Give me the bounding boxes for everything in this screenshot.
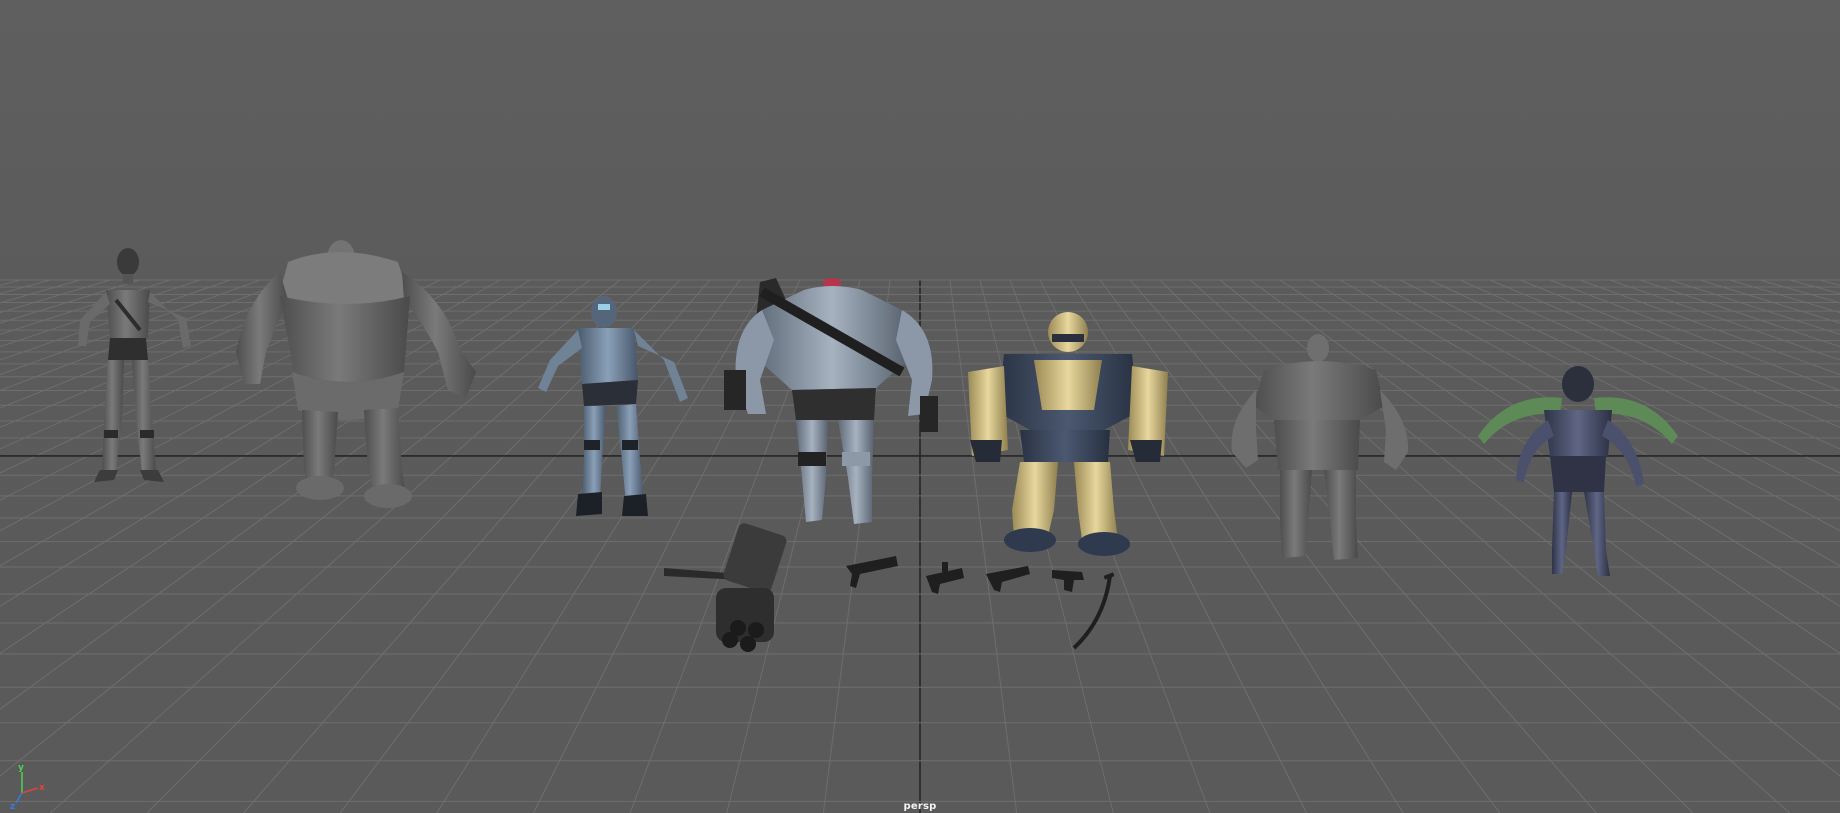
camera-name-label: persp xyxy=(903,801,937,812)
prop-katana[interactable] xyxy=(1072,572,1115,650)
grid-line xyxy=(1579,279,1840,376)
y-axis-label: y xyxy=(18,763,24,773)
grid-line xyxy=(1639,279,1840,348)
grid-line xyxy=(1459,279,1840,450)
grid-line xyxy=(0,279,111,314)
grid-line xyxy=(1819,279,1840,286)
grid-line xyxy=(1429,279,1840,474)
grid-line xyxy=(1669,279,1840,335)
model-brute-blockout[interactable] xyxy=(1231,334,1409,560)
grid-line xyxy=(1489,279,1840,428)
model-heavy-gunner-character[interactable] xyxy=(724,278,938,524)
grid-line xyxy=(1339,279,1840,567)
grid-line xyxy=(1129,279,1597,813)
model-gold-armored-mech[interactable] xyxy=(968,312,1168,556)
grid-line xyxy=(0,279,51,295)
grid-line xyxy=(0,279,201,348)
viewport-scene[interactable]: y x z xyxy=(0,0,1840,813)
x-axis-line xyxy=(21,787,39,794)
grid-line xyxy=(1189,279,1790,813)
prop-smg[interactable] xyxy=(986,566,1030,592)
prop-assault-rifle[interactable] xyxy=(846,556,898,588)
grid-line xyxy=(1159,279,1694,813)
grid-line xyxy=(1729,279,1840,314)
x-axis-label: x xyxy=(39,783,45,793)
model-multi-armed-creature[interactable] xyxy=(1478,366,1678,576)
grid-line xyxy=(1399,279,1840,501)
maya-perspective-viewport[interactable]: y x z persp xyxy=(0,0,1840,813)
grid-line xyxy=(0,279,21,286)
model-rigged-female-character[interactable] xyxy=(78,248,191,482)
grid-line xyxy=(1789,279,1840,295)
model-robot-soldier[interactable] xyxy=(538,296,688,516)
